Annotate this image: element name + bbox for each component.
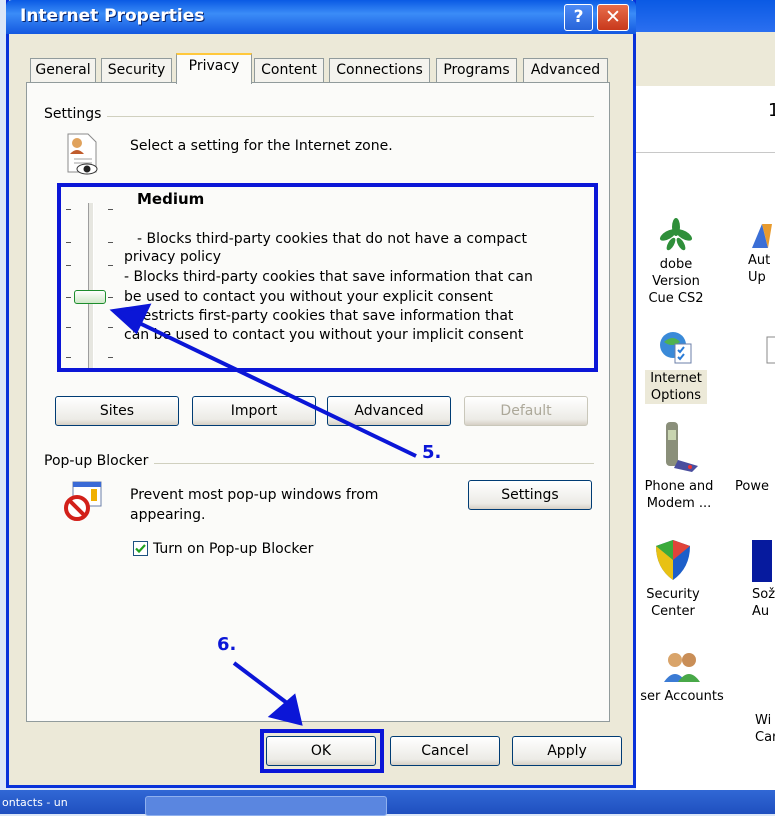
step6-label: 6.	[217, 634, 237, 655]
step6-arrow-line	[232, 661, 293, 708]
step5-label: 5.	[422, 442, 442, 463]
annotation-arrows	[109, 303, 417, 726]
step5-arrow-head	[109, 303, 152, 335]
tab-privacy[interactable]: Privacy	[176, 53, 252, 84]
step5-arrow-line	[132, 318, 417, 458]
